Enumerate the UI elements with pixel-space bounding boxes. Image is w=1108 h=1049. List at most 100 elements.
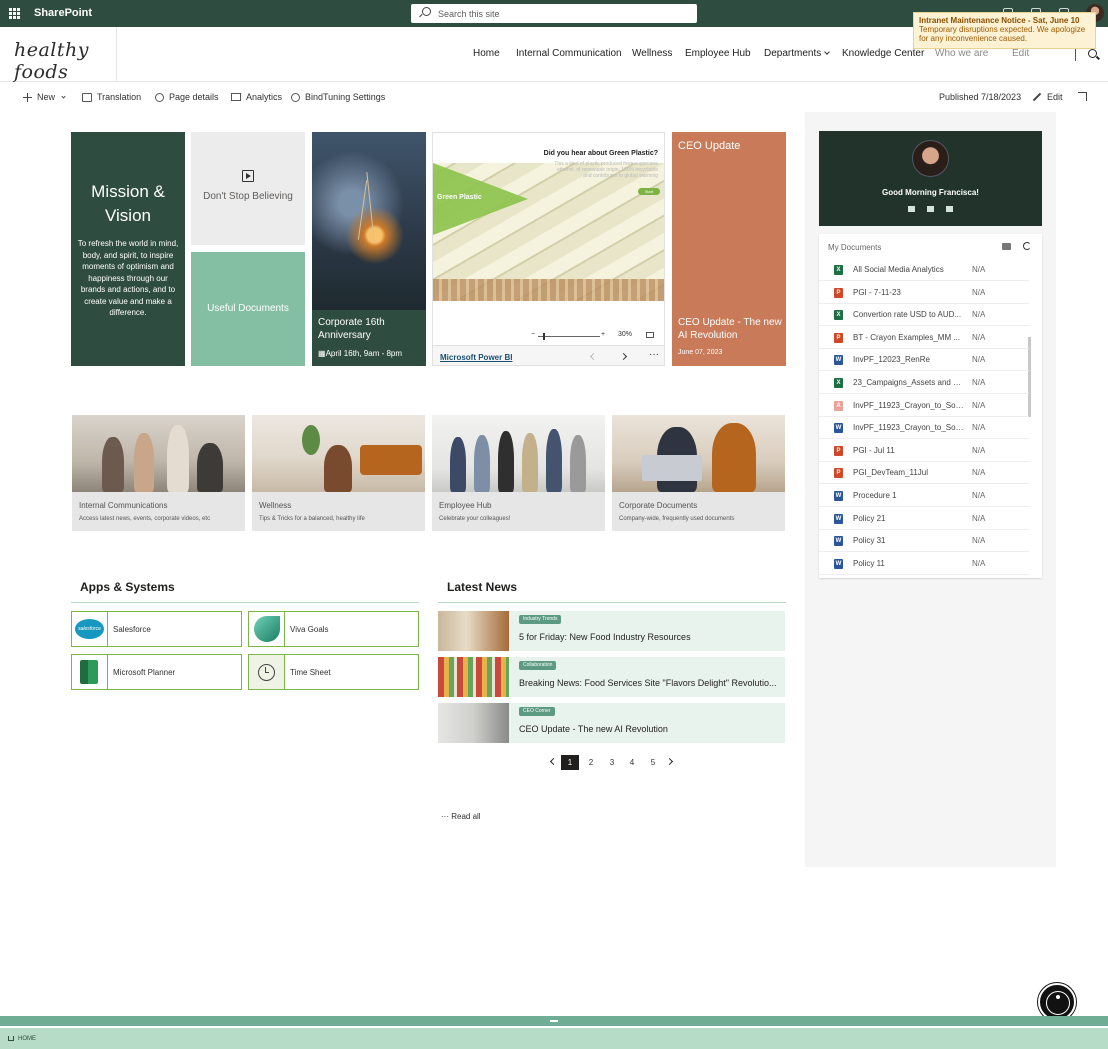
header-search-icon[interactable] [1088, 49, 1097, 58]
app-salesforce[interactable]: salesforce Salesforce [71, 611, 242, 647]
new-button[interactable]: New [23, 92, 66, 102]
app-label: Time Sheet [290, 668, 331, 677]
nav-employee-hub[interactable]: Employee Hub [685, 48, 751, 59]
green-plastic-label: Green Plastic [437, 194, 482, 201]
edit-button[interactable]: Edit [1032, 92, 1063, 102]
profile-avatar[interactable] [912, 140, 949, 177]
card-employee-hub[interactable]: Employee Hub Celebrate your colleagues! [432, 415, 605, 531]
document-row[interactable]: X 23_Campaigns_Assets and U... N/A [819, 372, 1029, 394]
file-type-icon: W [834, 536, 843, 547]
nav-departments[interactable]: Departments [764, 48, 831, 59]
read-all-link[interactable]: ··· Read all [441, 812, 481, 821]
power-bi-link[interactable]: Microsoft Power BI [440, 353, 512, 362]
document-row[interactable]: P PGI_DevTeam_11Jul N/A [819, 462, 1029, 485]
corp-title: Corporate 16th Anniversary [318, 317, 385, 341]
refresh-icon[interactable] [1023, 242, 1031, 250]
document-row[interactable]: W Policy 21 N/A [819, 508, 1029, 530]
useful-documents-tile[interactable]: Useful Documents [191, 252, 305, 366]
app-time-sheet[interactable]: Time Sheet [248, 654, 419, 690]
expand-button[interactable] [1078, 92, 1087, 101]
fit-page-icon[interactable] [646, 332, 654, 338]
document-row[interactable]: P PGI - 7-11-23 N/A [819, 282, 1029, 304]
card-title: Wellness [259, 501, 292, 510]
nav-who-we-are[interactable]: Who we are [935, 48, 988, 59]
file-type-icon: W [834, 355, 843, 366]
zoom-in-button[interactable]: + [601, 331, 605, 338]
document-row[interactable]: W InvPF_11923_Crayon_to_Soud... N/A [819, 417, 1029, 440]
start-button[interactable]: Start [638, 188, 660, 195]
document-name: Procedure 1 [853, 491, 897, 500]
document-row[interactable]: W Policy 31 N/A [819, 530, 1029, 553]
pager-page-5[interactable]: 5 [644, 755, 662, 770]
calendar-icon: ▦ [318, 349, 326, 358]
card-corporate-documents[interactable]: Corporate Documents Company-wide, freque… [612, 415, 785, 531]
card-internal-communications[interactable]: Internal Communications Access latest ne… [72, 415, 245, 531]
document-row[interactable]: W Policy 11 N/A [819, 553, 1029, 575]
news-item[interactable]: Collaboration Breaking News: Food Servic… [438, 657, 785, 697]
logo-box[interactable]: healthy foods [0, 27, 117, 83]
calendar-icon[interactable] [946, 206, 953, 212]
card-title: Internal Communications [79, 501, 168, 510]
zoom-slider-handle[interactable] [543, 333, 545, 340]
dont-stop-believing-tile[interactable]: Don't Stop Believing [191, 132, 305, 245]
site-search-box[interactable]: Search this site [411, 4, 697, 23]
bindtuning-settings-button[interactable]: BindTuning Settings [291, 92, 385, 102]
notice-text: Temporary disruptions expected. We apolo… [919, 25, 1086, 43]
nav-home[interactable]: Home [473, 48, 500, 59]
document-name: 23_Campaigns_Assets and U... [853, 378, 965, 387]
folder-icon[interactable] [908, 206, 915, 212]
app-viva-goals[interactable]: Viva Goals [248, 611, 419, 647]
folder-icon[interactable] [1002, 243, 1011, 250]
translation-icon [82, 92, 92, 102]
search-placeholder: Search this site [438, 9, 500, 19]
app-launcher-icon[interactable] [9, 8, 20, 19]
analytics-button[interactable]: Analytics [231, 92, 282, 102]
pager-page-4[interactable]: 4 [623, 755, 641, 770]
zoom-out-button[interactable]: − [531, 331, 535, 338]
news-item[interactable]: Industry Trends 5 for Friday: New Food I… [438, 611, 785, 651]
translation-button[interactable]: Translation [82, 92, 141, 102]
pager-next-icon[interactable] [665, 757, 674, 766]
zoom-slider[interactable] [538, 336, 600, 337]
document-row[interactable]: X Convertion rate USD to AUD... N/A [819, 304, 1029, 327]
document-row[interactable]: W InvPF_12023_RenRe N/A [819, 349, 1029, 372]
mission-vision-tile[interactable]: Mission & Vision To refresh the world in… [71, 132, 185, 366]
mail-icon[interactable] [927, 206, 934, 212]
nav-knowledge-center[interactable]: Knowledge Center [842, 48, 924, 59]
ceo-title: CEO Update - The new AI Revolution [678, 317, 782, 341]
corporate-anniversary-tile[interactable]: Corporate 16th Anniversary ▦April 16th, … [312, 132, 426, 366]
document-row[interactable]: P PGI - Jul 11 N/A [819, 440, 1029, 462]
sparkler-image [312, 132, 426, 310]
app-label: Salesforce [113, 625, 151, 634]
pbi-footer: Microsoft Power BI ··· [433, 345, 664, 365]
more-icon: ··· [441, 812, 449, 821]
pager-page-2[interactable]: 2 [582, 755, 600, 770]
chevron-left-icon[interactable] [589, 352, 598, 361]
document-row[interactable]: A InvPF_11923_Crayon_to_Soud... N/A [819, 395, 1029, 417]
pager-page-1[interactable]: 1 [561, 755, 579, 770]
chevron-right-icon[interactable] [619, 352, 628, 361]
document-value: N/A [972, 468, 986, 478]
card-image [72, 415, 245, 492]
nav-internal-communication[interactable]: Internal Communication [516, 48, 622, 59]
more-icon[interactable]: ··· [649, 349, 659, 360]
news-thumbnail [438, 611, 509, 651]
document-value: N/A [972, 355, 986, 365]
page-details-button[interactable]: Page details [155, 92, 219, 102]
news-item[interactable]: CEO Corner CEO Update - The new AI Revol… [438, 703, 785, 743]
power-bi-tile[interactable]: Green Plastic Start Did you hear about G… [432, 132, 665, 366]
document-name: BT - Crayon Examples_MM ... [853, 332, 960, 342]
ceo-update-tile[interactable]: CEO Update CEO Update - The new AI Revol… [672, 132, 786, 366]
app-microsoft-planner[interactable]: Microsoft Planner [71, 654, 242, 690]
pager-page-3[interactable]: 3 [603, 755, 621, 770]
breadcrumb-home[interactable]: HOME [18, 1036, 36, 1042]
document-row[interactable]: P BT - Crayon Examples_MM ... N/A [819, 327, 1029, 349]
footer-resize-bar[interactable] [0, 1016, 1108, 1026]
pager-prev-icon[interactable] [549, 757, 558, 766]
sharepoint-title[interactable]: SharePoint [34, 7, 92, 19]
nav-edit[interactable]: Edit [1012, 48, 1029, 59]
nav-wellness[interactable]: Wellness [632, 48, 672, 59]
document-row[interactable]: X All Social Media Analytics N/A [819, 259, 1029, 281]
card-wellness[interactable]: Wellness Tips & Tricks for a balanced, h… [252, 415, 425, 531]
document-row[interactable]: W Procedure 1 N/A [819, 485, 1029, 507]
